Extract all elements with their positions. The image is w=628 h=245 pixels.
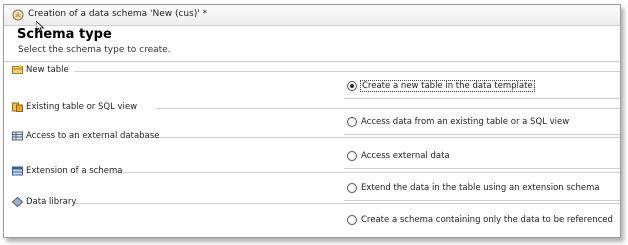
divider [344,134,620,135]
page-subtitle: Select the schema type to create. [18,45,171,55]
schema-icon [12,9,24,21]
option-label: Create a new table in the data template [360,80,535,92]
title-bar: Creation of a data schema 'New (cus)' * [4,5,620,26]
option-label: Create a schema containing only the data… [361,215,613,225]
divider [344,168,620,169]
schema-wizard-window: Creation of a data schema 'New (cus)' * … [3,4,621,238]
existing-table-icon [12,102,23,112]
section-rule [156,108,620,109]
external-database-icon [12,131,23,141]
section-data-library: Data library [12,197,76,207]
section-rule [116,172,620,173]
option-access-existing-table[interactable]: Access data from an existing table or a … [347,117,569,127]
window-title: Creation of a data schema 'New (cus)' * [28,9,208,19]
section-rule [74,203,620,204]
radio-unselected[interactable] [347,117,357,127]
divider [4,61,620,62]
page-title: Schema type [17,27,112,42]
option-label: Access external data [361,151,450,161]
schema-extension-icon [12,166,23,176]
option-data-library-schema[interactable]: Create a schema containing only the data… [347,215,613,225]
section-rule [74,71,620,72]
radio-selected[interactable] [347,81,357,91]
section-new-table: New table [12,65,69,75]
section-label: New table [26,65,69,75]
new-table-icon [12,65,23,74]
section-label: Access to an external database [26,131,160,141]
section-rule [152,137,620,138]
option-access-external-data[interactable]: Access external data [347,151,450,161]
data-library-icon [12,197,23,207]
section-external-database: Access to an external database [12,131,159,141]
divider [344,200,620,201]
section-label: Existing table or SQL view [26,102,138,112]
option-label: Extend the data in the table using an ex… [361,183,600,193]
section-label: Data library [26,197,77,207]
radio-unselected[interactable] [347,183,357,193]
option-create-new-table[interactable]: Create a new table in the data template [347,80,535,92]
option-label: Access data from an existing table or a … [361,117,570,127]
radio-unselected[interactable] [347,151,357,161]
section-existing-table: Existing table or SQL view [12,102,137,112]
section-schema-extension: Extension of a schema [12,166,122,176]
option-extend-schema[interactable]: Extend the data in the table using an ex… [347,183,600,193]
radio-unselected[interactable] [347,215,357,225]
section-label: Extension of a schema [26,166,123,176]
divider [344,98,620,99]
